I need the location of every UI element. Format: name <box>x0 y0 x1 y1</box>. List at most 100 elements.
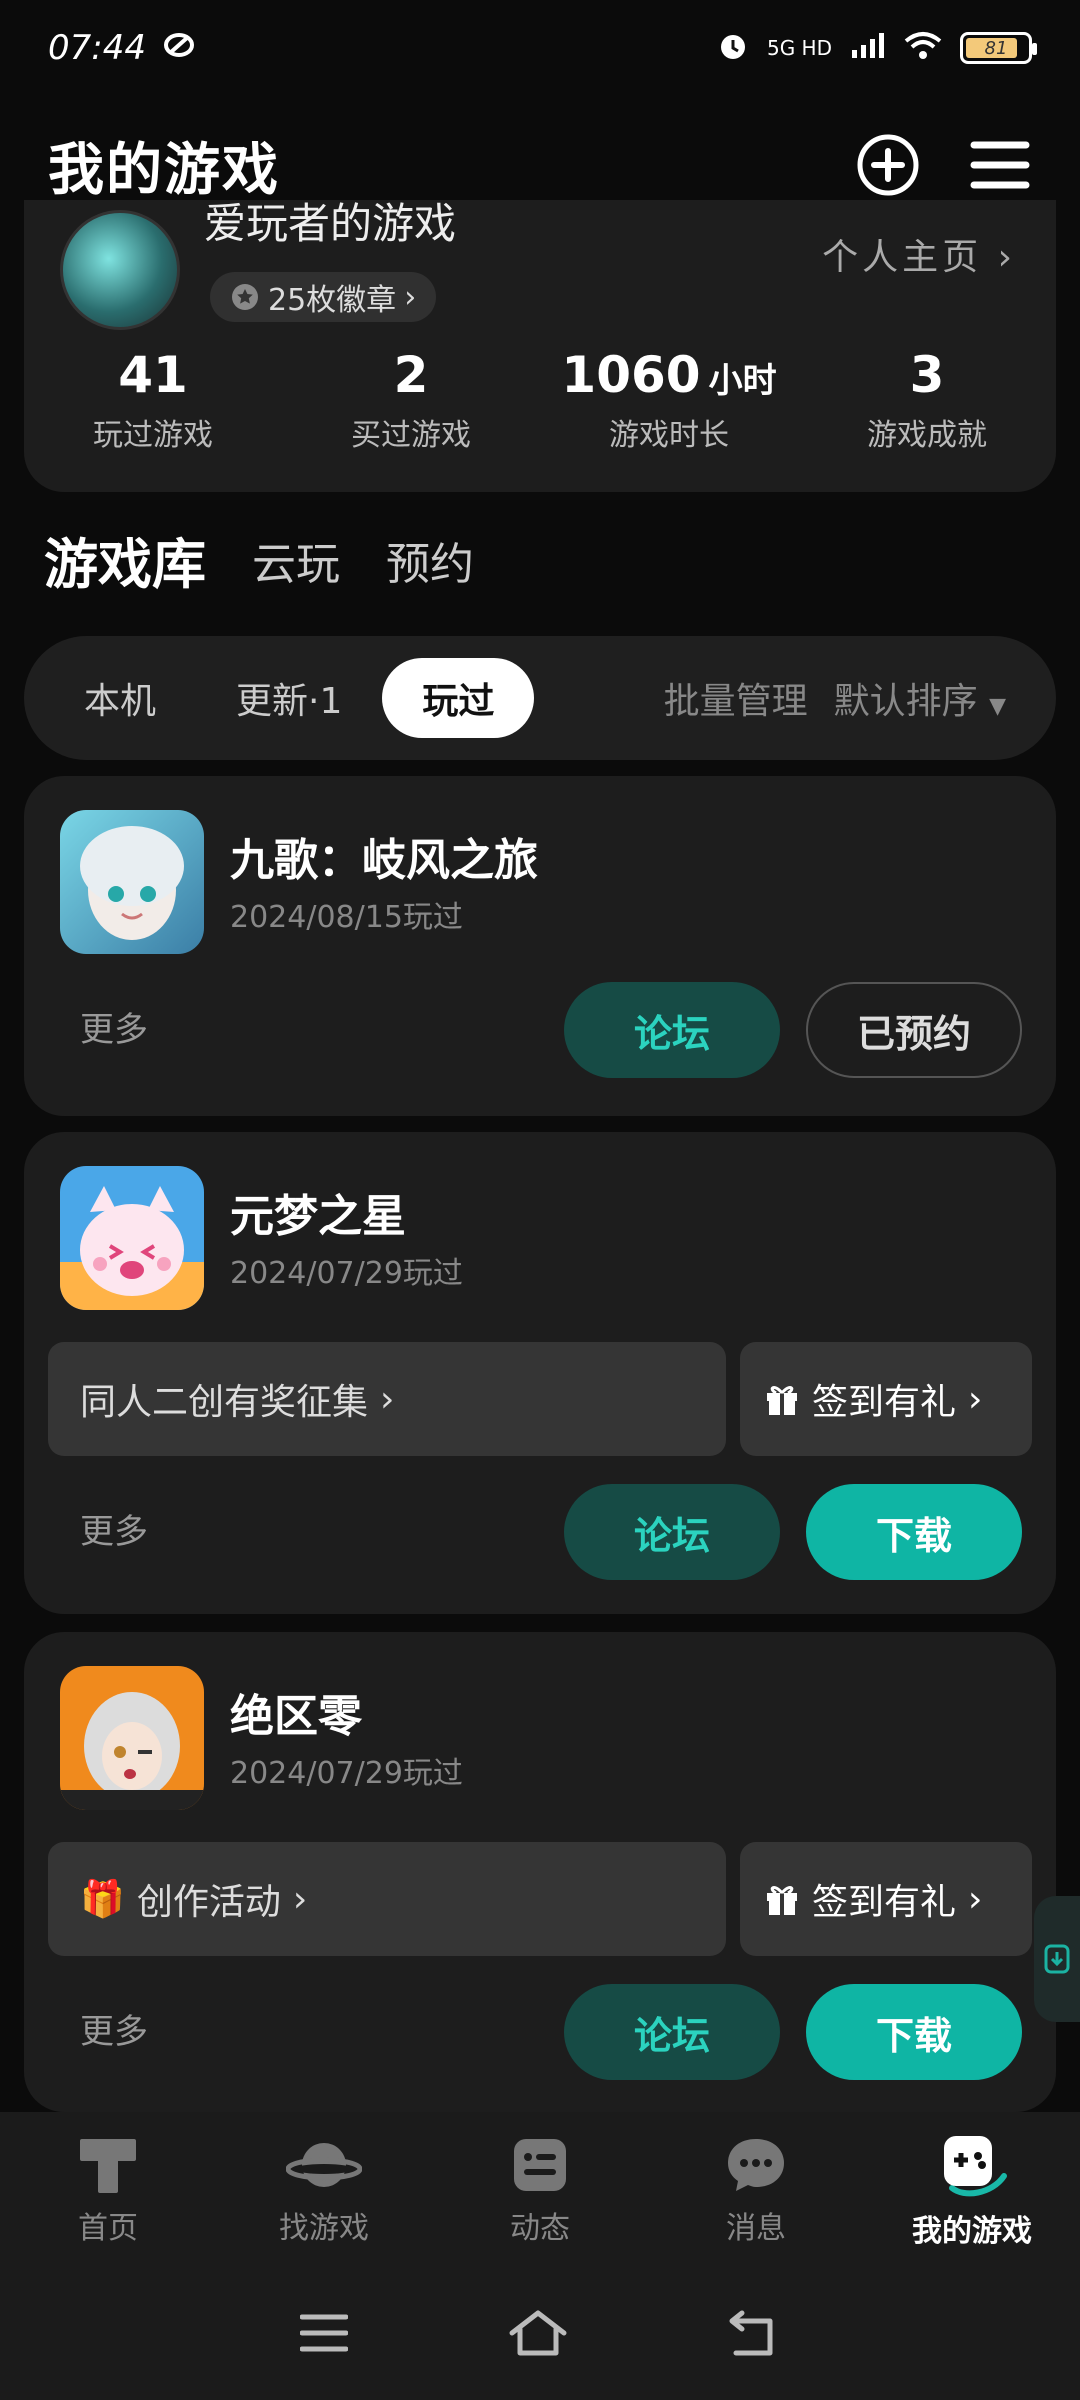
game-icon[interactable] <box>60 1666 204 1810</box>
more-button[interactable]: 更多 <box>80 1002 148 1051</box>
gift-icon <box>767 1386 797 1415</box>
badges-count: 25枚徽章 <box>268 283 397 318</box>
library-tabs: 游戏库 云玩 预约 <box>42 520 474 599</box>
system-home-button[interactable] <box>508 2309 568 2361</box>
chat-icon <box>728 2139 784 2191</box>
more-button[interactable]: 更多 <box>80 1504 148 1553</box>
signal-icon <box>850 32 886 65</box>
gamepad-icon <box>944 2136 1007 2197</box>
forum-button[interactable]: 论坛 <box>564 1984 780 2080</box>
nav-feed[interactable]: 动态 <box>432 2112 648 2270</box>
forum-button[interactable]: 论坛 <box>564 1484 780 1580</box>
reserved-button[interactable]: 已预约 <box>806 982 1022 1078</box>
chevron-right-icon: › <box>292 1878 308 1920</box>
download-button[interactable]: 下载 <box>806 1484 1022 1580</box>
download-icon <box>1044 1944 1070 1974</box>
checkin-button[interactable]: 签到有礼 › <box>740 1342 1032 1456</box>
system-back-button[interactable] <box>728 2309 780 2361</box>
chevron-right-icon: › <box>968 1878 983 1920</box>
batch-manage-button[interactable]: 批量管理 <box>664 672 808 724</box>
notification-icon <box>162 28 196 68</box>
status-time: 07:44 <box>48 28 146 68</box>
download-button[interactable]: 下载 <box>806 1984 1022 2080</box>
profile-name: 爱玩者的游戏 <box>204 200 457 248</box>
profile-link-label: 个人主页 <box>822 237 983 278</box>
status-bar: 07:44 5G HD 81 <box>0 0 1080 96</box>
nav-label: 找游戏 <box>279 2211 369 2246</box>
checkin-label: 签到有礼 <box>812 1382 957 1423</box>
caret-down-icon: ▼ <box>989 694 1006 719</box>
game-icon[interactable] <box>60 810 204 954</box>
game-title: 九歌：岐风之旅 <box>230 835 538 886</box>
home-icon <box>80 2139 136 2193</box>
promo-banner[interactable]: 🎁 创作活动 › <box>48 1842 726 1956</box>
system-nav <box>0 2270 1080 2400</box>
feed-icon <box>514 2139 566 2191</box>
profile-card[interactable]: 爱玩者的游戏 25枚徽章 › 个人主页 › 41 玩过游戏 2 买过游戏 106… <box>24 200 1056 492</box>
sort-dropdown[interactable]: 默认排序 ▼ <box>834 672 1006 724</box>
stat-label: 买过游戏 <box>351 418 471 453</box>
tab-cloud[interactable]: 云玩 <box>252 528 340 592</box>
nav-home[interactable]: 首页 <box>0 2112 216 2270</box>
stat-value: 2 <box>393 346 429 404</box>
nav-label: 动态 <box>510 2211 570 2246</box>
chevron-right-icon: › <box>404 279 417 315</box>
menu-button[interactable] <box>968 133 1032 197</box>
stat-played[interactable]: 41 玩过游戏 <box>24 346 282 454</box>
wifi-icon <box>904 31 942 66</box>
stat-label: 玩过游戏 <box>93 418 213 453</box>
bottom-nav: 首页 找游戏 动态 消息 我的游戏 <box>0 2112 1080 2270</box>
badges-button[interactable]: 25枚徽章 › <box>210 272 437 322</box>
checkin-button[interactable]: 签到有礼 › <box>740 1842 1032 1956</box>
more-button[interactable]: 更多 <box>80 2004 148 2053</box>
stat-playtime[interactable]: 1060 小时 游戏时长 <box>540 346 798 454</box>
filter-local[interactable]: 本机 <box>44 658 196 738</box>
game-date: 2024/07/29玩过 <box>230 1756 463 1791</box>
promo-label: 同人二创有奖征集 <box>80 1382 369 1423</box>
tab-library[interactable]: 游戏库 <box>42 520 210 599</box>
nav-find-games[interactable]: 找游戏 <box>216 2112 432 2270</box>
avatar[interactable] <box>60 210 180 330</box>
add-button[interactable] <box>856 133 920 197</box>
chevron-right-icon: › <box>968 1378 983 1420</box>
tab-reserve[interactable]: 预约 <box>386 528 474 592</box>
filter-updates[interactable]: 更新·1 <box>196 658 382 738</box>
download-manager-button[interactable] <box>1034 1896 1080 2022</box>
game-card[interactable]: 元梦之星 2024/07/29玩过 同人二创有奖征集 › 签到有礼 › 更多 论… <box>24 1132 1056 1614</box>
home-outline-icon <box>509 2310 567 2356</box>
gift-icon <box>767 1886 797 1915</box>
planet-icon <box>286 2143 362 2187</box>
menu-lines-icon <box>299 2314 349 2352</box>
stat-achievements[interactable]: 3 游戏成就 <box>798 346 1056 454</box>
forum-button[interactable]: 论坛 <box>564 982 780 1078</box>
sort-label: 默认排序 <box>833 681 978 722</box>
game-card[interactable]: 绝区零 2024/07/29玩过 🎁 创作活动 › 签到有礼 › 更多 论坛 下… <box>24 1632 1056 2112</box>
plus-circle-icon <box>857 134 919 196</box>
game-icon[interactable] <box>60 1166 204 1310</box>
stat-value: 3 <box>909 346 945 404</box>
game-date: 2024/08/15玩过 <box>230 900 463 935</box>
battery-level: 81 <box>984 37 1008 59</box>
medal-icon <box>232 284 258 310</box>
nav-messages[interactable]: 消息 <box>648 2112 864 2270</box>
game-title: 绝区零 <box>230 1691 362 1742</box>
recent-apps-button[interactable] <box>299 2313 349 2357</box>
stat-bought[interactable]: 2 买过游戏 <box>282 346 540 454</box>
menu-icon <box>970 141 1030 189</box>
network-label: 5G HD <box>766 36 832 60</box>
promo-banner[interactable]: 同人二创有奖征集 › <box>48 1342 726 1456</box>
battery-icon: 81 <box>960 32 1037 64</box>
stat-value: 1060 <box>561 346 701 404</box>
back-icon <box>729 2310 773 2356</box>
page-title: 我的游戏 <box>48 137 280 203</box>
chevron-right-icon: › <box>997 237 1016 278</box>
profile-page-link[interactable]: 个人主页 › <box>822 228 1016 280</box>
game-card[interactable]: 九歌：岐风之旅 2024/08/15玩过 更多 论坛 已预约 <box>24 776 1056 1116</box>
game-date: 2024/07/29玩过 <box>230 1256 463 1291</box>
nav-my-games[interactable]: 我的游戏 <box>864 2112 1080 2270</box>
stat-value: 41 <box>118 346 188 404</box>
filter-played[interactable]: 玩过 <box>382 658 535 738</box>
filter-bar: 本机 更新·1 玩过 批量管理 默认排序 ▼ <box>24 636 1056 760</box>
chevron-right-icon: › <box>380 1378 395 1420</box>
nav-label: 首页 <box>78 2211 138 2246</box>
